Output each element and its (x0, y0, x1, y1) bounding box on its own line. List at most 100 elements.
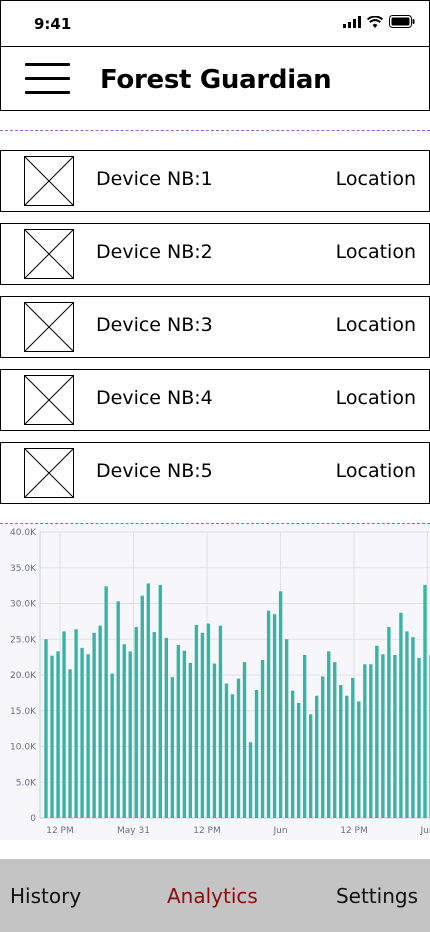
chart-bar (206, 623, 211, 818)
y-tick-label: 15.0K (10, 707, 37, 717)
x-tick-label: Jun (272, 826, 287, 836)
chart-bar (405, 631, 409, 818)
chart-bar (411, 637, 415, 818)
device-row[interactable]: Device NB:5 Location (0, 442, 430, 504)
image-placeholder-icon (24, 302, 74, 352)
section-divider (0, 130, 430, 131)
chart-bar (381, 654, 385, 818)
image-placeholder-icon (24, 448, 74, 498)
tab-history[interactable]: History (10, 884, 81, 908)
device-location: Location (335, 387, 416, 409)
chart-bar (104, 586, 108, 818)
device-row[interactable]: Device NB:3 Location (0, 296, 430, 358)
chart-bar (363, 664, 367, 818)
device-row[interactable]: Device NB:4 Location (0, 369, 430, 431)
chart-bar (248, 742, 253, 818)
chart-bar (212, 663, 217, 818)
chart-bar (194, 624, 199, 818)
wifi-icon (367, 15, 383, 28)
chart-bar (423, 584, 427, 818)
chart-bar (345, 695, 349, 818)
chart-bar (290, 690, 295, 818)
image-placeholder-icon (24, 156, 74, 206)
hamburger-menu-icon[interactable] (25, 63, 70, 94)
device-row[interactable]: Device NB:2 Location (0, 223, 430, 285)
chart-bar (393, 654, 397, 818)
device-location: Location (335, 314, 416, 336)
chart-bar (44, 639, 48, 818)
chart-bar (110, 673, 114, 818)
chart-bar (339, 685, 343, 818)
chart-bar (140, 595, 144, 818)
y-tick-label: 20.0K (10, 671, 37, 681)
chart-bar (86, 654, 90, 818)
chart-bar (50, 655, 54, 818)
chart-bar (170, 677, 175, 818)
x-tick-label: 12 PM (193, 826, 221, 836)
chart-bar (188, 662, 193, 818)
y-tick-label: 40.0K (10, 528, 37, 538)
device-row[interactable]: Device NB:1 Location (0, 150, 430, 212)
chart-bar (122, 644, 126, 818)
y-tick-label: 10.0K (10, 743, 37, 753)
device-name: Device NB:5 (96, 460, 213, 482)
chart-bar (278, 591, 283, 818)
chart-bar (56, 651, 60, 818)
chart-bar (182, 650, 187, 818)
chart-bar (272, 614, 277, 818)
status-bar: 9:41 (0, 0, 430, 46)
chart-bar (266, 610, 271, 818)
chart-bar (417, 657, 421, 818)
chart-bar (164, 637, 169, 818)
device-name: Device NB:2 (96, 241, 213, 263)
chart-bar (74, 629, 78, 818)
device-location: Location (335, 168, 416, 190)
chart-bar (62, 631, 66, 818)
chart-bar (399, 612, 403, 818)
chart-bar (333, 662, 337, 818)
device-location: Location (335, 460, 416, 482)
chart-bar (152, 632, 156, 818)
chart-bar (128, 651, 132, 818)
tab-settings[interactable]: Settings (336, 884, 418, 908)
x-tick-label: 12 PM (340, 826, 368, 836)
chart-bar (92, 632, 96, 818)
chart-bar (116, 601, 120, 818)
chart-bar (68, 669, 72, 818)
signal-icon (343, 15, 361, 28)
chart-bar (302, 654, 307, 818)
chart-bar (218, 625, 223, 818)
chart-bar (387, 627, 391, 818)
x-tick-label: 12 PM (46, 826, 74, 836)
analytics-chart: 0 5.0K 10.0K 15.0K 20.0K 25.0K 30.0K 35.0K 40.0K… (0, 524, 430, 840)
device-name: Device NB:3 (96, 314, 213, 336)
y-tick-label: 30.0K (10, 600, 37, 610)
chart-bar (284, 639, 289, 818)
chart-bar (327, 651, 331, 818)
chart-bar (134, 627, 138, 818)
chart-bar (230, 694, 235, 818)
chart-bar (224, 683, 229, 818)
chart-bar (158, 584, 162, 818)
chart-bar (176, 644, 181, 818)
x-tick-label: Jun (419, 826, 430, 836)
device-name: Device NB:1 (96, 168, 213, 190)
y-tick-label: 5.0K (16, 778, 37, 788)
chart-bar (236, 678, 241, 818)
chart-bar (321, 676, 325, 818)
y-tick-label: 35.0K (10, 564, 37, 574)
x-tick-label: May 31 (117, 826, 150, 836)
status-time: 9:41 (34, 15, 72, 33)
chart-bar (254, 690, 259, 818)
chart-bar (315, 695, 319, 818)
chart-bar (260, 659, 265, 818)
device-name: Device NB:4 (96, 387, 213, 409)
chart-bar (200, 632, 205, 818)
page-title: Forest Guardian (100, 65, 332, 95)
chart-bar (98, 625, 102, 818)
device-location: Location (335, 241, 416, 263)
chart-bar (351, 677, 355, 818)
image-placeholder-icon (24, 229, 74, 279)
chart-bar (357, 701, 361, 818)
tab-analytics[interactable]: Analytics (167, 884, 258, 908)
